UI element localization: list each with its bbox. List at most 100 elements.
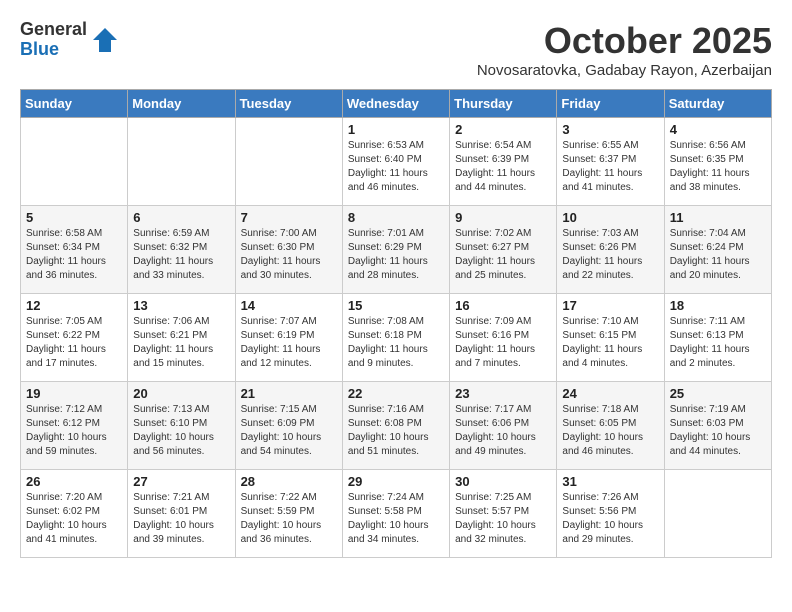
calendar-cell — [128, 118, 235, 206]
calendar-cell: 24Sunrise: 7:18 AM Sunset: 6:05 PM Dayli… — [557, 382, 664, 470]
day-info: Sunrise: 7:02 AM Sunset: 6:27 PM Dayligh… — [455, 227, 551, 283]
calendar-cell: 16Sunrise: 7:09 AM Sunset: 6:16 PM Dayli… — [450, 294, 557, 382]
day-number: 10 — [562, 210, 658, 225]
month-title: October 2025 — [477, 20, 772, 62]
day-number: 27 — [133, 474, 229, 489]
title-area: October 2025 Novosaratovka, Gadabay Rayo… — [477, 20, 772, 79]
calendar-cell: 26 Sunrise: 7:20 AM Sunset: 6:02 PM Dayli… — [21, 470, 128, 558]
day-number: 4 — [670, 122, 766, 137]
col-sunday: Sunday — [21, 90, 128, 118]
day-number: 9 — [455, 210, 551, 225]
calendar-cell — [235, 118, 342, 206]
header: General Blue October 2025 Novosaratovka,… — [20, 20, 772, 79]
day-info: Sunrise: 7:03 AM Sunset: 6:26 PM Dayligh… — [562, 227, 658, 283]
day-info: Sunrise: 7:00 AM Sunset: 6:30 PM Dayligh… — [241, 227, 337, 283]
calendar-cell: 5 Sunrise: 6:58 AM Sunset: 6:34 PM Daylig… — [21, 206, 128, 294]
day-info: Sunrise: 7:12 AM Sunset: 6:12 PM Dayligh… — [26, 403, 122, 459]
day-number: 23 — [455, 386, 551, 401]
calendar-cell: 30Sunrise: 7:25 AM Sunset: 5:57 PM Dayli… — [450, 470, 557, 558]
col-wednesday: Wednesday — [342, 90, 449, 118]
day-info: Sunrise: 7:15 AM Sunset: 6:09 PM Dayligh… — [241, 403, 337, 459]
calendar-cell: 17 Sunrise: 7:10 AM Sunset: 6:15 PM Dayli… — [557, 294, 664, 382]
day-number: 26 — [26, 474, 122, 489]
day-number: 22 — [348, 386, 444, 401]
day-number: 12 — [26, 298, 122, 313]
day-info: Sunrise: 7:20 AM Sunset: 6:02 PM Dayligh… — [26, 491, 122, 547]
day-info: Sunrise: 7:16 AM Sunset: 6:08 PM Dayligh… — [348, 403, 444, 459]
calendar-cell: 11 Sunrise: 7:04 AM Sunset: 6:24 PM Dayli… — [664, 206, 771, 294]
day-info: Sunrise: 7:10 AM Sunset: 6:15 PM Dayligh… — [562, 315, 658, 371]
calendar-cell: 13 Sunrise: 7:06 AM Sunset: 6:21 PM Dayli… — [128, 294, 235, 382]
day-info: Sunrise: 7:04 AM Sunset: 6:24 PM Dayligh… — [670, 227, 766, 283]
day-number: 16 — [455, 298, 551, 313]
calendar-cell: 6 Sunrise: 6:59 AM Sunset: 6:32 PM Daylig… — [128, 206, 235, 294]
calendar-cell: 8 Sunrise: 7:01 AM Sunset: 6:29 PM Daylig… — [342, 206, 449, 294]
day-number: 1 — [348, 122, 444, 137]
day-number: 29 — [348, 474, 444, 489]
day-info: Sunrise: 7:18 AM Sunset: 6:05 PM Dayligh… — [562, 403, 658, 459]
day-number: 13 — [133, 298, 229, 313]
day-number: 6 — [133, 210, 229, 225]
calendar-cell: 31Sunrise: 7:26 AM Sunset: 5:56 PM Dayli… — [557, 470, 664, 558]
day-number: 8 — [348, 210, 444, 225]
logo: General Blue — [20, 20, 119, 60]
col-monday: Monday — [128, 90, 235, 118]
logo-blue-text: Blue — [20, 40, 87, 60]
col-thursday: Thursday — [450, 90, 557, 118]
calendar-cell: 20 Sunrise: 7:13 AM Sunset: 6:10 PM Dayli… — [128, 382, 235, 470]
day-number: 19 — [26, 386, 122, 401]
logo-general-text: General — [20, 20, 87, 40]
day-number: 5 — [26, 210, 122, 225]
calendar-cell: 19 Sunrise: 7:12 AM Sunset: 6:12 PM Dayli… — [21, 382, 128, 470]
day-info: Sunrise: 7:19 AM Sunset: 6:03 PM Dayligh… — [670, 403, 766, 459]
day-info: Sunrise: 7:22 AM Sunset: 5:59 PM Dayligh… — [241, 491, 337, 547]
week-row-3: 12 Sunrise: 7:05 AM Sunset: 6:22 PM Dayli… — [21, 294, 772, 382]
day-info: Sunrise: 7:06 AM Sunset: 6:21 PM Dayligh… — [133, 315, 229, 371]
calendar-cell — [664, 470, 771, 558]
day-info: Sunrise: 7:25 AM Sunset: 5:57 PM Dayligh… — [455, 491, 551, 547]
day-number: 21 — [241, 386, 337, 401]
day-number: 28 — [241, 474, 337, 489]
calendar-cell: 27 Sunrise: 7:21 AM Sunset: 6:01 PM Dayli… — [128, 470, 235, 558]
day-number: 15 — [348, 298, 444, 313]
day-number: 11 — [670, 210, 766, 225]
week-row-1: 1 Sunrise: 6:53 AM Sunset: 6:40 PM Daylig… — [21, 118, 772, 206]
day-info: Sunrise: 7:05 AM Sunset: 6:22 PM Dayligh… — [26, 315, 122, 371]
day-number: 2 — [455, 122, 551, 137]
calendar-cell: 21 Sunrise: 7:15 AM Sunset: 6:09 PM Dayli… — [235, 382, 342, 470]
calendar-cell: 12 Sunrise: 7:05 AM Sunset: 6:22 PM Dayli… — [21, 294, 128, 382]
calendar-cell: 7 Sunrise: 7:00 AM Sunset: 6:30 PM Daylig… — [235, 206, 342, 294]
day-info: Sunrise: 7:21 AM Sunset: 6:01 PM Dayligh… — [133, 491, 229, 547]
day-info: Sunrise: 7:08 AM Sunset: 6:18 PM Dayligh… — [348, 315, 444, 371]
calendar: Sunday Monday Tuesday Wednesday Thursday… — [20, 89, 772, 558]
day-info: Sunrise: 6:58 AM Sunset: 6:34 PM Dayligh… — [26, 227, 122, 283]
day-info: Sunrise: 6:55 AM Sunset: 6:37 PM Dayligh… — [562, 139, 658, 195]
week-row-4: 19 Sunrise: 7:12 AM Sunset: 6:12 PM Dayli… — [21, 382, 772, 470]
day-number: 7 — [241, 210, 337, 225]
week-row-2: 5 Sunrise: 6:58 AM Sunset: 6:34 PM Daylig… — [21, 206, 772, 294]
calendar-cell: 23Sunrise: 7:17 AM Sunset: 6:06 PM Dayli… — [450, 382, 557, 470]
day-info: Sunrise: 7:07 AM Sunset: 6:19 PM Dayligh… — [241, 315, 337, 371]
day-info: Sunrise: 6:53 AM Sunset: 6:40 PM Dayligh… — [348, 139, 444, 195]
page: General Blue October 2025 Novosaratovka,… — [0, 0, 792, 578]
col-saturday: Saturday — [664, 90, 771, 118]
calendar-cell: 10 Sunrise: 7:03 AM Sunset: 6:26 PM Dayli… — [557, 206, 664, 294]
calendar-cell: 3 Sunrise: 6:55 AM Sunset: 6:37 PM Daylig… — [557, 118, 664, 206]
day-info: Sunrise: 7:13 AM Sunset: 6:10 PM Dayligh… — [133, 403, 229, 459]
day-info: Sunrise: 7:24 AM Sunset: 5:58 PM Dayligh… — [348, 491, 444, 547]
calendar-cell: 14Sunrise: 7:07 AM Sunset: 6:19 PM Dayli… — [235, 294, 342, 382]
day-info: Sunrise: 6:54 AM Sunset: 6:39 PM Dayligh… — [455, 139, 551, 195]
calendar-cell: 9 Sunrise: 7:02 AM Sunset: 6:27 PM Daylig… — [450, 206, 557, 294]
calendar-cell: 1 Sunrise: 6:53 AM Sunset: 6:40 PM Daylig… — [342, 118, 449, 206]
day-number: 17 — [562, 298, 658, 313]
day-number: 20 — [133, 386, 229, 401]
day-info: Sunrise: 7:11 AM Sunset: 6:13 PM Dayligh… — [670, 315, 766, 371]
calendar-cell — [21, 118, 128, 206]
day-number: 3 — [562, 122, 658, 137]
day-info: Sunrise: 7:01 AM Sunset: 6:29 PM Dayligh… — [348, 227, 444, 283]
calendar-cell: 25Sunrise: 7:19 AM Sunset: 6:03 PM Dayli… — [664, 382, 771, 470]
calendar-cell: 2 Sunrise: 6:54 AM Sunset: 6:39 PM Daylig… — [450, 118, 557, 206]
calendar-cell: 22 Sunrise: 7:16 AM Sunset: 6:08 PM Dayli… — [342, 382, 449, 470]
col-friday: Friday — [557, 90, 664, 118]
day-info: Sunrise: 6:59 AM Sunset: 6:32 PM Dayligh… — [133, 227, 229, 283]
